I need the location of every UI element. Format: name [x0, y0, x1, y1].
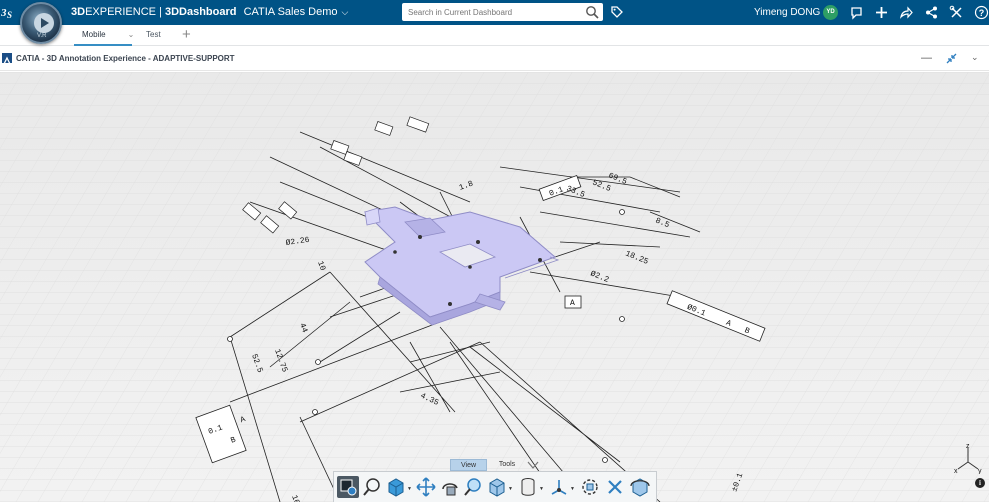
compass-version: V.R — [37, 33, 47, 39]
add-tab-icon[interactable]: + — [182, 26, 191, 44]
svg-text:?: ? — [979, 8, 985, 18]
datum-a-label: A — [570, 299, 575, 308]
compass-toggle-icon[interactable] — [548, 476, 570, 498]
tools-icon[interactable] — [949, 5, 964, 20]
brand-bold: 3D — [71, 6, 86, 18]
top-bar: 3S V.R 3DEXPERIENCE | 3DDashboard CATIA … — [0, 0, 989, 44]
plus-icon[interactable] — [874, 5, 889, 20]
tab-test[interactable]: Test — [146, 25, 176, 46]
3d-viewer[interactable]: 0.1 Ø0.1 A B A 0.1 B A 69.5 52.5 33.5 8.… — [0, 72, 989, 502]
app-bold: 3D — [164, 6, 180, 18]
ds-logo-icon[interactable]: 3S — [0, 3, 17, 21]
spin-icon[interactable] — [629, 476, 651, 498]
tab-view[interactable]: View — [450, 459, 487, 471]
toolbar-collapse-icon[interactable] — [527, 460, 539, 470]
rotate-icon[interactable] — [439, 476, 461, 498]
share-arrow-icon[interactable] — [899, 5, 914, 20]
view-cube-icon[interactable] — [385, 476, 407, 498]
dashboard-tab-bar: Mobile ⌄ Test + — [0, 25, 989, 46]
zoom-fit-icon[interactable] — [361, 476, 383, 498]
app-name: Dashboard — [179, 6, 237, 18]
title-separator: | — [155, 6, 165, 18]
user-name[interactable]: Yimeng DONG — [754, 7, 820, 18]
triad-z-label: z — [966, 444, 970, 450]
chevron-down-icon[interactable]: ▼ — [407, 486, 412, 492]
chevron-down-icon[interactable]: ⌄ — [128, 30, 135, 39]
search-icon[interactable] — [585, 5, 599, 19]
svg-text:S: S — [7, 10, 12, 20]
collapse-icon[interactable] — [946, 53, 957, 64]
shading-icon[interactable] — [486, 476, 508, 498]
brand-rest: EXPERIENCE — [85, 6, 156, 18]
explode-icon[interactable] — [579, 476, 601, 498]
chevron-down-icon[interactable]: ▼ — [508, 486, 513, 492]
chevron-down-icon[interactable]: ⌄ — [971, 52, 979, 63]
help-icon[interactable]: ? — [974, 5, 989, 20]
chevron-down-icon[interactable]: ⌵ — [342, 7, 349, 18]
dashboard-name[interactable]: CATIA Sales Demo — [244, 6, 338, 18]
compass-icon[interactable]: V.R — [20, 2, 62, 44]
section-icon[interactable] — [517, 476, 539, 498]
catia-app-icon — [2, 53, 12, 65]
avatar[interactable]: YD — [823, 5, 838, 20]
search-box — [402, 3, 603, 21]
zoom-area-icon[interactable] — [462, 476, 484, 498]
widget-header: CATIA - 3D Annotation Experience - ADAPT… — [0, 47, 989, 71]
tab-tools[interactable]: Tools — [490, 459, 524, 471]
network-share-icon[interactable] — [924, 5, 939, 20]
minimize-icon[interactable]: — — [921, 52, 932, 64]
action-toolbar: ▼ ▼ ▼ ▼ — [333, 471, 657, 502]
widget-title: CATIA - 3D Annotation Experience - ADAPT… — [16, 54, 235, 63]
close-tool-icon[interactable] — [604, 476, 626, 498]
triad-y-label: y — [978, 468, 982, 474]
play-icon — [34, 13, 54, 33]
triad-x-label: x — [954, 468, 958, 474]
search-input[interactable] — [408, 5, 578, 19]
chevron-down-icon[interactable]: ▼ — [539, 486, 544, 492]
tab-test-label: Test — [146, 30, 161, 39]
axis-triad-icon: z x y — [954, 444, 982, 474]
3d-scene[interactable]: 0.1 Ø0.1 A B A 0.1 B A 69.5 52.5 33.5 8.… — [0, 72, 989, 502]
display-mode-icon[interactable] — [337, 476, 359, 498]
tab-mobile-label: Mobile — [82, 30, 106, 39]
pan-icon[interactable] — [415, 476, 437, 498]
info-icon[interactable]: i — [975, 478, 985, 488]
datum-a-box[interactable]: A — [564, 295, 582, 309]
tab-mobile[interactable]: Mobile ⌄ — [74, 25, 135, 46]
tag-icon[interactable] — [610, 5, 624, 19]
speech-bubble-icon[interactable] — [849, 5, 864, 20]
app-title: 3DEXPERIENCE | 3DDashboard CATIA Sales D… — [71, 6, 348, 18]
chevron-down-icon[interactable]: ▼ — [570, 486, 575, 492]
